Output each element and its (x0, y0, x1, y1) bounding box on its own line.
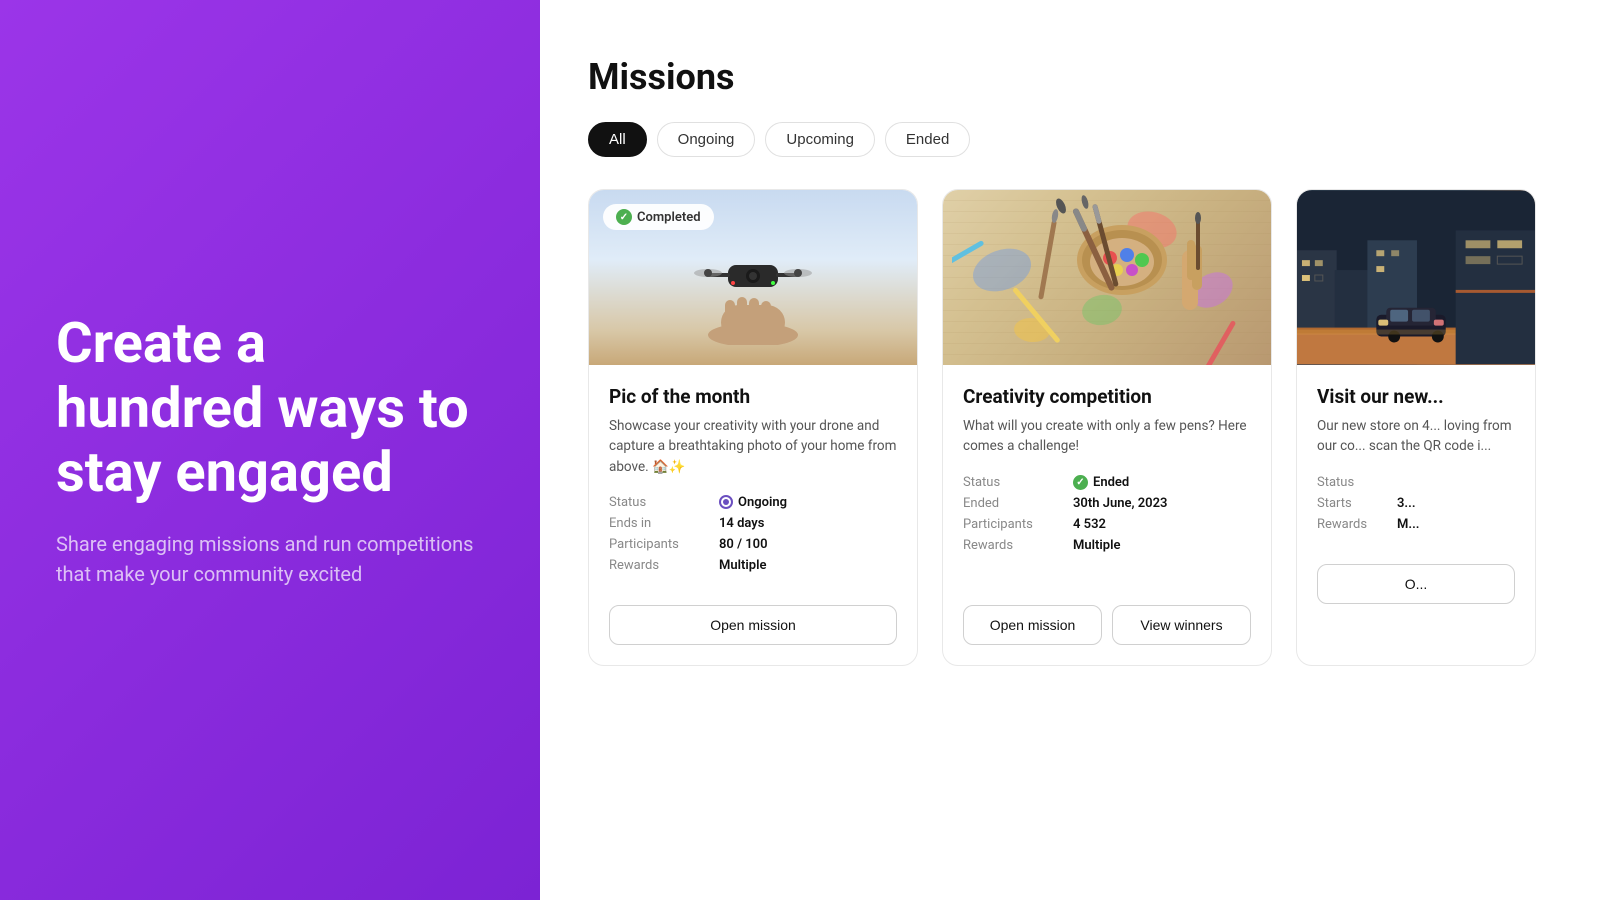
card-title-2: Creativity competition (963, 385, 1251, 408)
mission-card-3: Visit our new... Our new store on 4... l… (1296, 189, 1536, 666)
hero-title: Create a hundred ways to stay engaged (56, 311, 484, 504)
badge-label: Completed (637, 210, 701, 225)
participants-label-2: Participants (963, 517, 1073, 532)
status-value-2: ✓ Ended (1073, 475, 1129, 490)
ended-check-icon: ✓ (1073, 475, 1088, 490)
rewards-value-3: M... (1397, 517, 1419, 532)
card-meta-1: Status Ongoing Ends in 14 days Participa… (609, 495, 897, 573)
open-mission-button-3[interactable]: O... (1317, 564, 1515, 604)
card-body-3: Visit our new... Our new store on 4... l… (1297, 365, 1535, 564)
meta-starts-row: Starts 3... (1317, 496, 1515, 511)
rewards-value-2: Multiple (1073, 538, 1120, 553)
ongoing-dot-icon (719, 495, 733, 509)
filter-ongoing[interactable]: Ongoing (657, 122, 756, 157)
participants-value-2: 4 532 (1073, 517, 1106, 532)
card-body-2: Creativity competition What will you cre… (943, 365, 1271, 605)
right-panel: Missions All Ongoing Upcoming Ended (540, 0, 1600, 900)
rewards-label-1: Rewards (609, 558, 719, 573)
card-meta-3: Status Starts 3... Rewards M... (1317, 475, 1515, 532)
card-desc-1: Showcase your creativity with your drone… (609, 416, 897, 477)
meta-status-row: Status Ongoing (609, 495, 897, 510)
meta-status-row-2: Status ✓ Ended (963, 475, 1251, 490)
open-mission-button-2[interactable]: Open mission (963, 605, 1102, 645)
ended-label: Ended (963, 496, 1073, 511)
completed-badge: ✓ Completed (603, 204, 714, 230)
ends-in-label: Ends in (609, 516, 719, 531)
card-desc-3: Our new store on 4... loving from our co… (1317, 416, 1515, 457)
status-label: Status (609, 495, 719, 510)
card-footer-2: Open mission View winners (943, 605, 1271, 665)
view-winners-button[interactable]: View winners (1112, 605, 1251, 645)
city-illustration (1297, 190, 1535, 365)
left-panel: Create a hundred ways to stay engaged Sh… (0, 0, 540, 900)
mission-card-1: ✓ Completed Pic of the month Showcase yo… (588, 189, 918, 666)
meta-rewards-row-3: Rewards M... (1317, 517, 1515, 532)
cards-row: ✓ Completed Pic of the month Showcase yo… (588, 189, 1552, 666)
meta-ended-row: Ended 30th June, 2023 (963, 496, 1251, 511)
card-body-1: Pic of the month Showcase your creativit… (589, 365, 917, 605)
art-illustration (952, 190, 1262, 365)
page-title: Missions (588, 56, 1552, 98)
participants-label-1: Participants (609, 537, 719, 552)
rewards-label-2: Rewards (963, 538, 1073, 553)
card-image-art (943, 190, 1271, 365)
meta-rewards-row-2: Rewards Multiple (963, 538, 1251, 553)
card-image-city (1297, 190, 1535, 365)
card-title-3: Visit our new... (1317, 385, 1515, 408)
starts-label: Starts (1317, 496, 1397, 511)
meta-ends-row: Ends in 14 days (609, 516, 897, 531)
meta-participants-row-2: Participants 4 532 (963, 517, 1251, 532)
status-label-3: Status (1317, 475, 1397, 490)
card-title-1: Pic of the month (609, 385, 897, 408)
rewards-value-1: Multiple (719, 558, 766, 573)
check-icon: ✓ (616, 209, 632, 225)
card-desc-2: What will you create with only a few pen… (963, 416, 1251, 457)
open-mission-button-1[interactable]: Open mission (609, 605, 897, 645)
status-label-2: Status (963, 475, 1073, 490)
starts-value: 3... (1397, 496, 1416, 511)
card-image-drone: ✓ Completed (589, 190, 917, 365)
mission-card-2: Creativity competition What will you cre… (942, 189, 1272, 666)
filter-all[interactable]: All (588, 122, 647, 157)
card-meta-2: Status ✓ Ended Ended 30th June, 2023 Par… (963, 475, 1251, 553)
drone-illustration (653, 215, 853, 345)
filter-upcoming[interactable]: Upcoming (765, 122, 875, 157)
card-footer-1: Open mission (589, 605, 917, 665)
participants-value-1: 80 / 100 (719, 537, 768, 552)
card-footer-3: O... (1297, 564, 1535, 624)
status-value: Ongoing (719, 495, 787, 510)
ends-in-value: 14 days (719, 516, 764, 531)
rewards-label-3: Rewards (1317, 517, 1397, 532)
meta-status-row-3: Status (1317, 475, 1515, 490)
filter-ended[interactable]: Ended (885, 122, 970, 157)
filter-tabs: All Ongoing Upcoming Ended (588, 122, 1552, 157)
meta-rewards-row-1: Rewards Multiple (609, 558, 897, 573)
meta-participants-row: Participants 80 / 100 (609, 537, 897, 552)
hero-subtitle: Share engaging missions and run competit… (56, 529, 484, 589)
ended-value: 30th June, 2023 (1073, 496, 1167, 511)
